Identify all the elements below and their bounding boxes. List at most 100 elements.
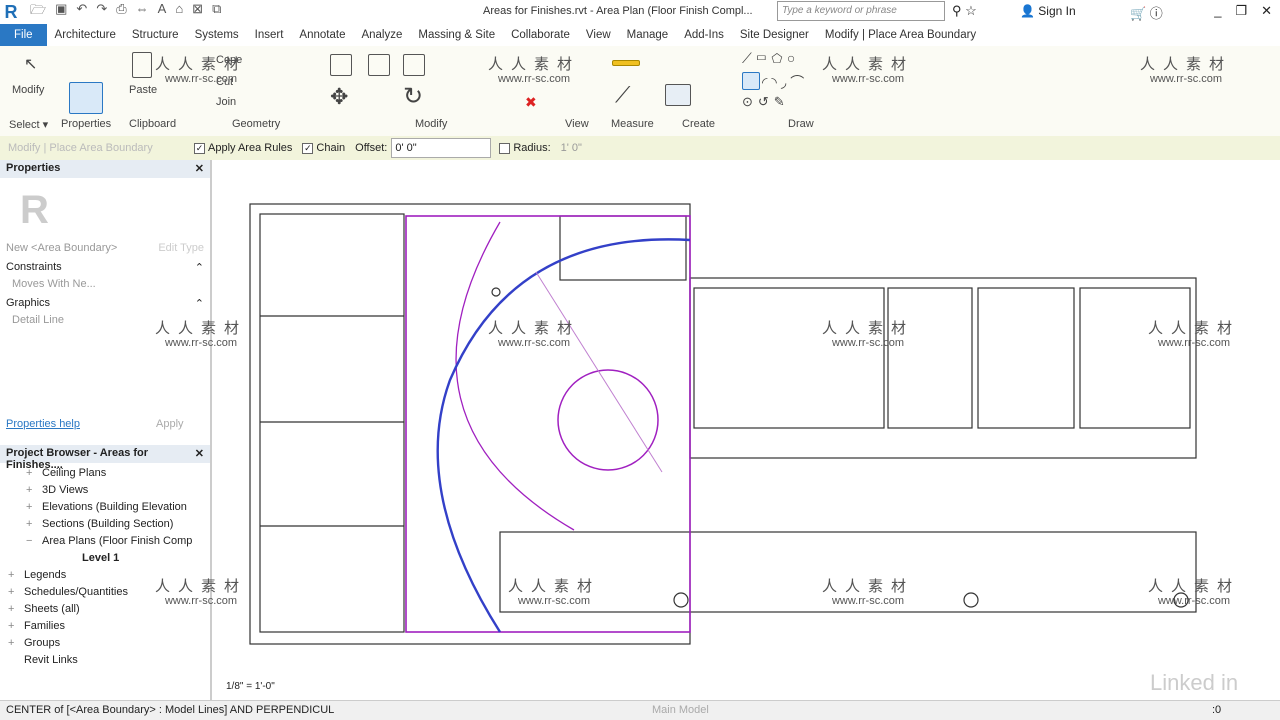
property-row[interactable]: Detail Line	[0, 312, 210, 329]
tab-systems[interactable]: Systems	[187, 24, 247, 46]
close-hidden-icon[interactable]: ⊠	[192, 1, 203, 23]
browser-item[interactable]: − Area Plans (Floor Finish Comp	[0, 533, 210, 550]
browser-item[interactable]: Revit Links	[0, 652, 210, 669]
measure-icon[interactable]: ⇔	[136, 1, 149, 23]
pick-tools-icon[interactable]: ⊙↺✎	[742, 94, 790, 110]
expand-icon[interactable]: +	[8, 586, 24, 598]
close-icon[interactable]: ✕	[195, 162, 204, 176]
switch-windows-icon[interactable]: ⧉	[212, 1, 221, 23]
open-icon[interactable]: 🗁	[30, 1, 46, 23]
search-input[interactable]: Type a keyword or phrase	[777, 1, 945, 21]
tab-annotate[interactable]: Annotate	[291, 24, 353, 46]
section-graphics[interactable]: Graphics ⌃	[0, 295, 210, 312]
properties-icon[interactable]	[69, 82, 103, 114]
tab-site-designer[interactable]: Site Designer	[732, 24, 817, 46]
expand-icon[interactable]: +	[26, 467, 42, 479]
browser-item[interactable]: + Groups	[0, 635, 210, 652]
browser-item-label: Schedules/Quantities	[24, 586, 128, 598]
print-icon[interactable]: ⎙	[116, 1, 126, 23]
title-bar: R 🗁 ▣ ↶ ↷ ⎙ ⇔ A ⌂ ⊠ ⧉ Areas for Finishes.rvt - Ar…	[0, 0, 1280, 24]
collapse-icon[interactable]: ⌃	[195, 297, 204, 310]
tab-add-ins[interactable]: Add-Ins	[676, 24, 732, 46]
expand-icon[interactable]: −	[26, 535, 42, 547]
minimize-button[interactable]: _	[1214, 3, 1221, 19]
revit-logo[interactable]: R	[0, 1, 22, 23]
modify-button[interactable]: Modify	[12, 84, 44, 96]
browser-item[interactable]: + Sections (Building Section)	[0, 516, 210, 533]
browser-item[interactable]: + Sheets (all)	[0, 601, 210, 618]
mirror-icon[interactable]	[403, 54, 425, 76]
expand-icon[interactable]: +	[26, 518, 42, 530]
properties-button[interactable]: Properties	[61, 118, 111, 130]
drawing-area[interactable]	[214, 160, 1280, 700]
3d-icon[interactable]: ⌂	[175, 1, 183, 23]
help-icon[interactable]: 🛒 ⓘ	[1130, 3, 1163, 22]
chain-checkbox[interactable]: ✓ Chain	[302, 142, 345, 154]
property-row[interactable]: Moves With Ne...	[0, 276, 210, 293]
draw-tools-icon[interactable]: ⟋▭⬠○	[742, 50, 799, 67]
apply-button[interactable]: Apply	[156, 418, 184, 430]
text-icon[interactable]: A	[158, 1, 167, 23]
expand-icon[interactable]: +	[8, 569, 24, 581]
paste-button[interactable]: Paste	[129, 84, 157, 96]
create-group-icon[interactable]	[665, 84, 691, 106]
tab-massing-site[interactable]: Massing & Site	[410, 24, 503, 46]
radius-checkbox[interactable]: Radius:	[499, 142, 551, 154]
browser-item[interactable]: + Ceiling Plans	[0, 465, 210, 482]
browser-item[interactable]: Level 1	[0, 550, 210, 567]
tab-modify-place-area-boundary[interactable]: Modify | Place Area Boundary	[817, 24, 984, 46]
restore-button[interactable]: ❐	[1235, 3, 1247, 19]
expand-icon[interactable]: +	[8, 603, 24, 615]
tab-analyze[interactable]: Analyze	[353, 24, 410, 46]
browser-item[interactable]: + Schedules/Quantities	[0, 584, 210, 601]
expand-icon[interactable]: +	[8, 620, 24, 632]
expand-icon[interactable]: +	[8, 637, 24, 649]
binoculars-icon[interactable]: ⚲ ☆	[952, 3, 977, 19]
save-icon[interactable]: ▣	[55, 1, 67, 23]
section-constraints[interactable]: Constraints ⌃	[0, 259, 210, 276]
join-button[interactable]: Join	[216, 96, 236, 108]
cut-button[interactable]: Cut	[216, 76, 233, 88]
offset-input[interactable]: 0' 0"	[391, 138, 492, 158]
radius-input[interactable]: 1' 0"	[561, 142, 582, 154]
browser-item[interactable]: + Families	[0, 618, 210, 635]
aligned-dimension-icon[interactable]	[612, 60, 640, 66]
type-selector[interactable]: New <Area Boundary> Edit Type	[0, 240, 210, 257]
arc-tools-icon[interactable]: ◜◝◞⌒	[762, 72, 808, 92]
tab-collaborate[interactable]: Collaborate	[503, 24, 578, 46]
measure-icon[interactable]: ⟋	[615, 82, 630, 108]
browser-item-label: Groups	[24, 637, 61, 649]
paste-icon[interactable]	[132, 52, 152, 78]
edit-type-button[interactable]: Edit Type	[158, 242, 204, 255]
undo-icon[interactable]: ↶	[76, 1, 87, 23]
active-model[interactable]: Main Model	[652, 704, 709, 716]
tab-insert[interactable]: Insert	[247, 24, 292, 46]
close-button[interactable]: ✕	[1261, 3, 1272, 19]
offset-icon[interactable]	[368, 54, 390, 76]
expand-icon[interactable]: +	[26, 484, 42, 496]
select-dropdown[interactable]: Select ▾	[9, 118, 48, 131]
close-icon[interactable]: ✕	[195, 447, 204, 461]
properties-help-link[interactable]: Properties help	[6, 418, 80, 430]
status-text: CENTER of [<Area Boundary> : Model Lines…	[6, 704, 335, 716]
redo-icon[interactable]: ↷	[96, 1, 107, 23]
cope-button[interactable]: Cope	[216, 54, 242, 66]
tab-view[interactable]: View	[578, 24, 619, 46]
browser-item[interactable]: +3D Views	[0, 482, 210, 499]
tab-architecture[interactable]: Architecture	[47, 24, 124, 46]
line-draw-icon[interactable]	[742, 72, 760, 90]
view-scale[interactable]: 1/8" = 1'-0"	[226, 681, 275, 692]
delete-icon[interactable]: ✖	[525, 94, 537, 111]
rotate-icon[interactable]: ↻	[403, 82, 423, 111]
move-icon[interactable]: ✥	[330, 84, 348, 110]
apply-area-rules-checkbox[interactable]: ✓ Apply Area Rules	[194, 142, 292, 154]
align-icon[interactable]	[330, 54, 352, 76]
collapse-icon[interactable]: ⌃	[195, 261, 204, 274]
browser-item[interactable]: + Elevations (Building Elevation	[0, 499, 210, 516]
tab-structure[interactable]: Structure	[124, 24, 187, 46]
tab-file[interactable]: File	[0, 24, 47, 46]
expand-icon[interactable]: +	[26, 501, 42, 513]
browser-item[interactable]: + Legends	[0, 567, 210, 584]
sign-in-button[interactable]: 👤 Sign In	[1020, 4, 1076, 18]
tab-manage[interactable]: Manage	[619, 24, 677, 46]
